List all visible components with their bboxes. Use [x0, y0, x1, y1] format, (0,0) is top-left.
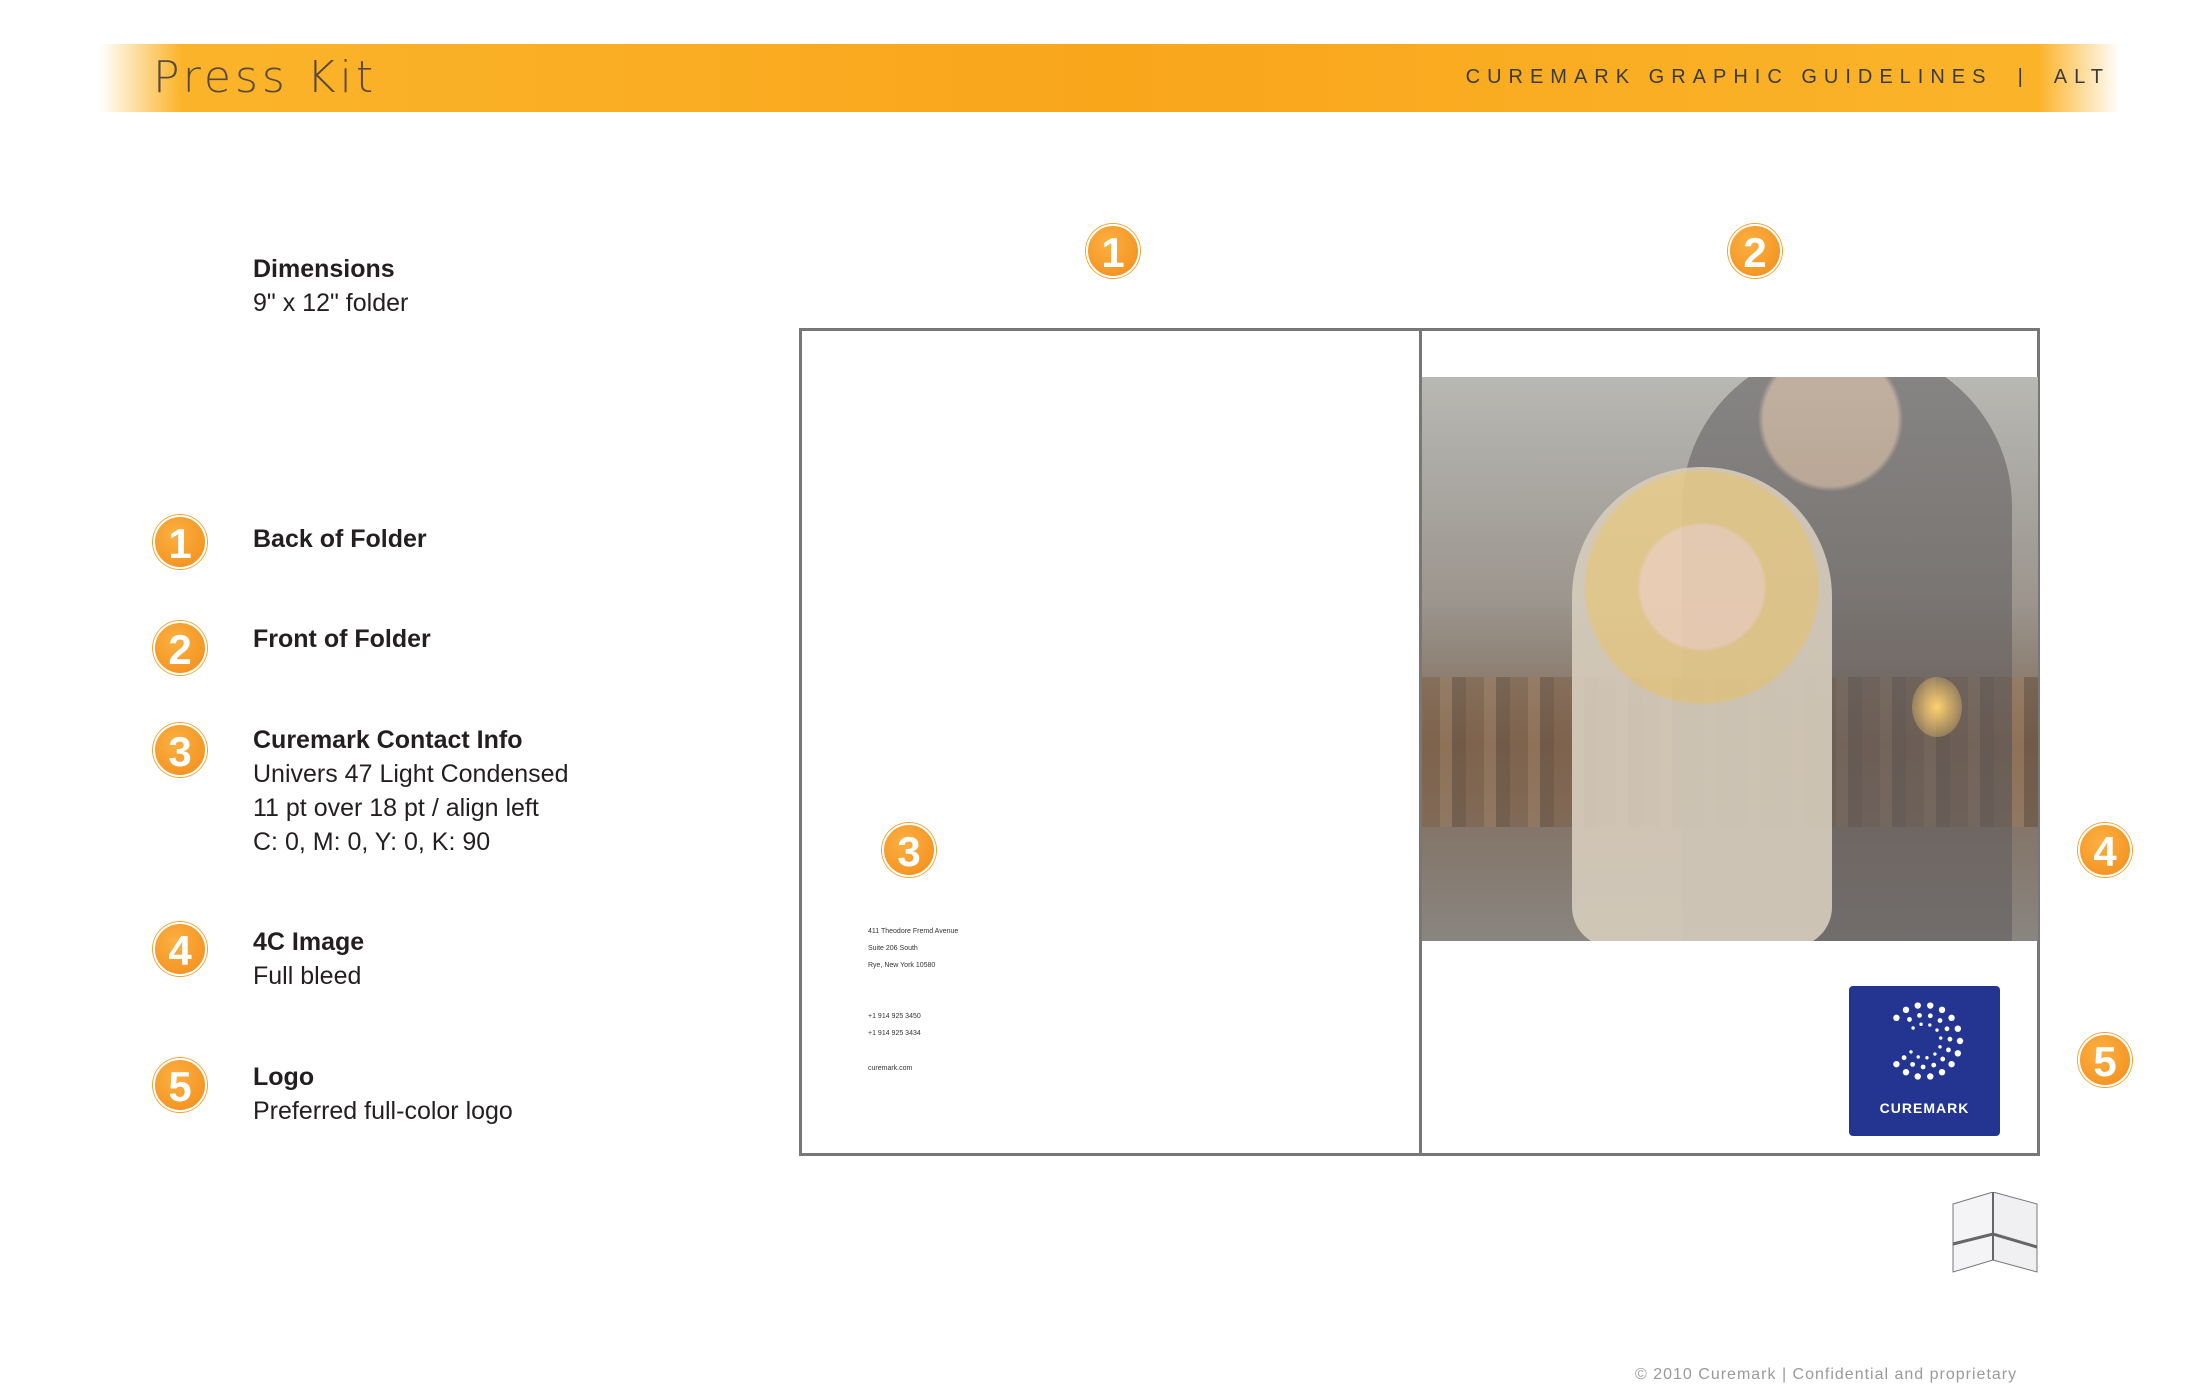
legend-line: Preferred full-color logo	[253, 1097, 513, 1125]
legend-badge-1: 1	[153, 515, 207, 569]
legend-line: Univers 47 Light Condensed	[253, 760, 569, 788]
logo-wordmark: CUREMARK	[1879, 1100, 1970, 1116]
contact-phones: +1 914 925 3450 +1 914 925 3434	[868, 1008, 921, 1042]
legend-item-4: 4C Image Full bleed	[253, 925, 364, 993]
legend-item-2: Front of Folder	[253, 622, 431, 656]
legend-badge-4: 4	[153, 922, 207, 976]
legend-item-3: Curemark Contact Info Univers 47 Light C…	[253, 723, 568, 859]
legend-badge-5: 5	[153, 1058, 207, 1112]
legend-line: 11 pt over 18 pt / align left	[253, 794, 539, 822]
address-line: Suite 206 South	[868, 945, 918, 952]
callout-badge-1: 1	[1086, 224, 1140, 278]
dimensions-value: 9" x 12" folder	[253, 289, 409, 317]
callout-badge-5: 5	[2078, 1033, 2132, 1087]
contact-web: curemark.com	[868, 1065, 913, 1072]
page-title: Press Kit	[153, 52, 378, 103]
legend-badge-3: 3	[153, 723, 207, 777]
curemark-c-mark-icon	[1893, 1002, 1964, 1080]
legend-title: 4C Image	[253, 928, 365, 956]
legend-item-5: Logo Preferred full-color logo	[253, 1060, 513, 1128]
full-bleed-photo	[1422, 377, 2038, 941]
header-bar: Press Kit CUREMARK GRAPHIC GUIDELINES | …	[100, 44, 2120, 112]
header-guidelines-label: CUREMARK GRAPHIC GUIDELINES | ALT	[1465, 66, 2110, 88]
phone-line: +1 914 925 3434	[868, 1030, 921, 1037]
legend-line: Full bleed	[253, 962, 362, 990]
dimensions-heading: Dimensions	[253, 255, 395, 283]
address-line: Rye, New York 10580	[868, 962, 936, 969]
callout-badge-4: 4	[2078, 823, 2132, 877]
legend-item-1: Back of Folder	[253, 522, 427, 556]
curemark-logo: CUREMARK	[1849, 986, 2000, 1136]
legend-title: Curemark Contact Info	[253, 726, 523, 754]
legend-line: C: 0, M: 0, Y: 0, K: 90	[253, 828, 491, 856]
legend-badge-2: 2	[153, 621, 207, 675]
footer-copyright: © 2010 Curemark | Confidential and propr…	[1635, 1366, 2018, 1383]
legend-title: Back of Folder	[253, 525, 427, 553]
folder-icon	[1952, 1192, 2038, 1273]
legend-title: Front of Folder	[253, 625, 431, 653]
phone-line: +1 914 925 3450	[868, 1013, 921, 1020]
address-line: 411 Theodore Fremd Avenue	[868, 928, 959, 935]
legend-title: Logo	[253, 1063, 315, 1091]
contact-address: 411 Theodore Fremd Avenue Suite 206 Sout…	[868, 923, 958, 974]
callout-badge-2: 2	[1728, 224, 1782, 278]
dimensions: Dimensions 9" x 12" folder	[253, 252, 408, 320]
